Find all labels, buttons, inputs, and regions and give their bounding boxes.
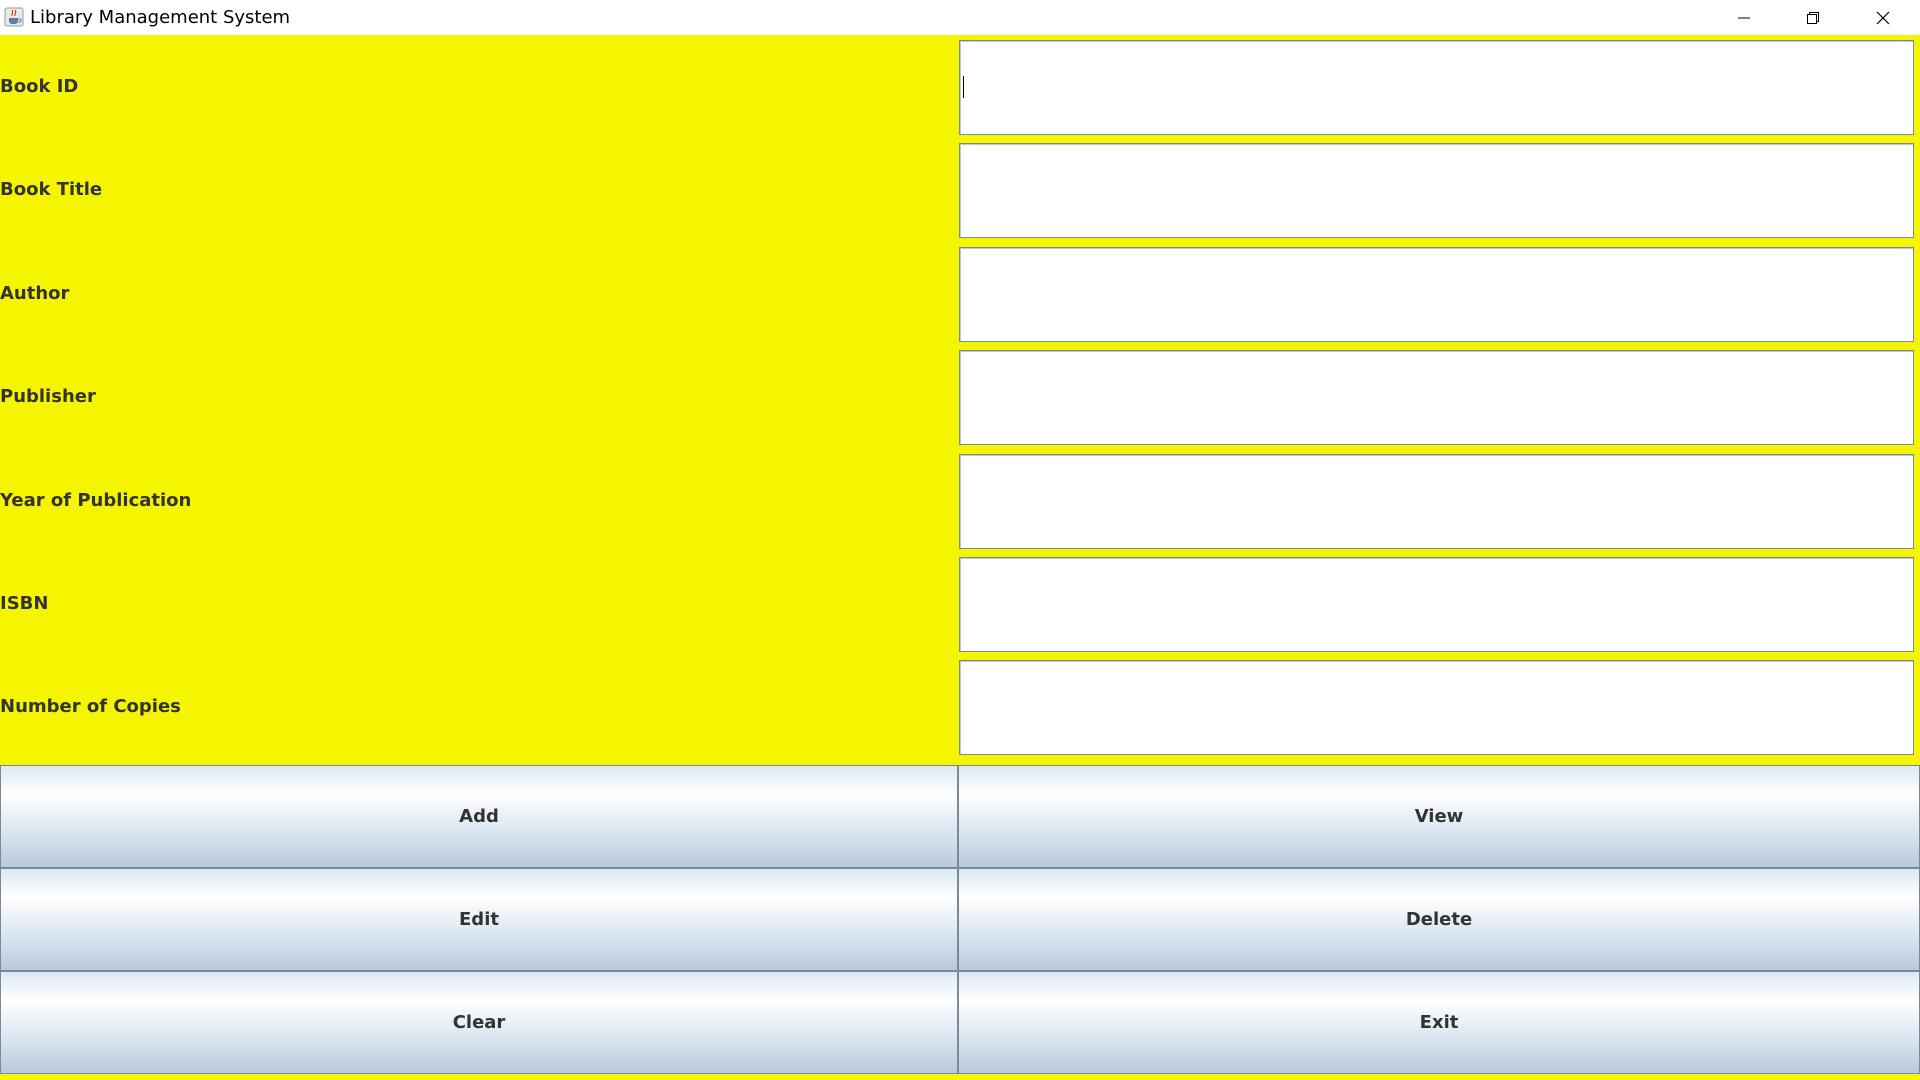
window-title: Library Management System: [30, 7, 291, 28]
close-icon: [1876, 11, 1890, 24]
delete-button[interactable]: Delete: [958, 868, 1920, 971]
form-row-copies: Number of Copies: [0, 655, 1920, 758]
window-bottom-edge: [0, 1074, 1920, 1080]
exit-button[interactable]: Exit: [958, 971, 1920, 1074]
author-input[interactable]: [959, 247, 1914, 342]
java-cup-icon: [4, 7, 24, 27]
minimize-icon: [1738, 17, 1750, 18]
number-of-copies-input[interactable]: [959, 660, 1914, 755]
edit-button[interactable]: Edit: [0, 868, 958, 971]
restore-icon: [1807, 11, 1819, 24]
text-caret: [963, 76, 964, 98]
book-title-input[interactable]: [959, 143, 1914, 238]
year-of-publication-label: Year of Publication: [0, 490, 192, 511]
form-row-publisher: Publisher: [0, 345, 1920, 448]
form-row-isbn: ISBN: [0, 552, 1920, 655]
form-row-book-title: Book Title: [0, 138, 1920, 241]
clear-button[interactable]: Clear: [0, 971, 958, 1074]
form-row-year: Year of Publication: [0, 449, 1920, 552]
form-row-book-id: Book ID: [0, 35, 1920, 138]
isbn-input[interactable]: [959, 557, 1914, 652]
publisher-input[interactable]: [959, 350, 1914, 445]
publisher-label: Publisher: [0, 386, 96, 407]
title-bar[interactable]: Library Management System: [0, 0, 1920, 35]
restore-button[interactable]: [1778, 0, 1848, 35]
book-id-input[interactable]: [959, 40, 1914, 135]
number-of-copies-label: Number of Copies: [0, 696, 181, 717]
app-window: Library Management System Book ID Book T…: [0, 0, 1920, 1080]
author-label: Author: [0, 283, 70, 304]
year-of-publication-input[interactable]: [959, 454, 1914, 549]
minimize-button[interactable]: [1709, 0, 1779, 35]
view-button[interactable]: View: [958, 765, 1920, 868]
isbn-label: ISBN: [0, 593, 49, 614]
book-id-label: Book ID: [0, 76, 79, 97]
book-title-label: Book Title: [0, 179, 103, 200]
add-button[interactable]: Add: [0, 765, 958, 868]
close-button[interactable]: [1848, 0, 1918, 35]
form-row-author: Author: [0, 242, 1920, 345]
